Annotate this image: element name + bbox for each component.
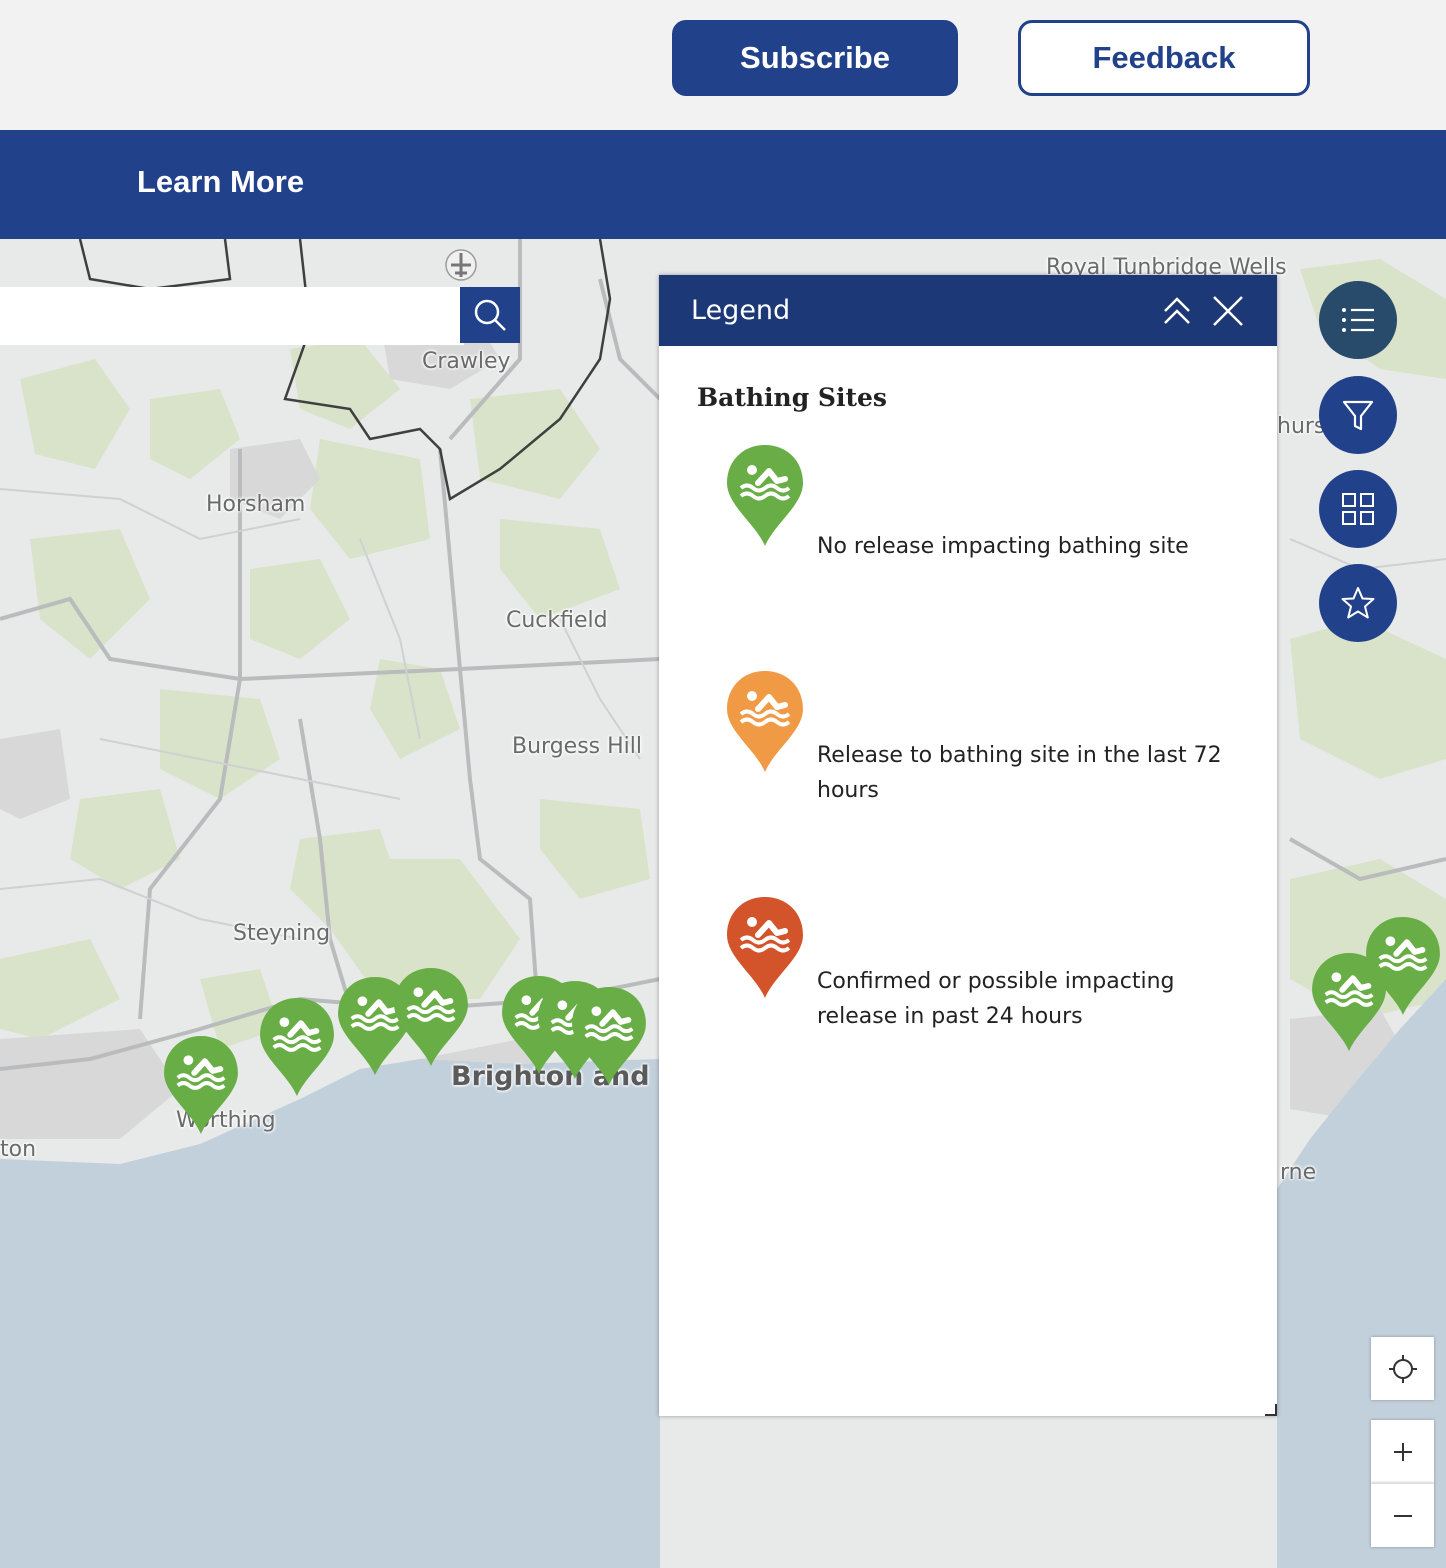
place-label: Horsham — [206, 492, 306, 517]
star-icon — [1341, 587, 1375, 619]
learn-more-link[interactable]: Learn More — [137, 164, 304, 200]
search-icon — [474, 299, 506, 331]
grid-icon — [1342, 493, 1374, 525]
legend-item-label: Release to bathing site in the last 72 h… — [817, 743, 1222, 803]
bathing-site-pin[interactable] — [392, 966, 470, 1073]
filter-button[interactable] — [1319, 376, 1397, 454]
locate-button[interactable] — [1371, 1337, 1434, 1400]
airport-icon — [445, 249, 477, 281]
swimmer-pin-icon — [725, 669, 805, 779]
place-label: Crawley — [422, 349, 511, 374]
place-label: Burgess Hill — [512, 734, 642, 759]
legend-header: Legend — [659, 275, 1277, 346]
locate-icon — [1388, 1354, 1417, 1383]
basemap-gallery-button[interactable] — [1319, 470, 1397, 548]
top-bar: Subscribe Feedback — [0, 0, 1446, 130]
place-label: rne — [1280, 1160, 1317, 1185]
filter-icon — [1342, 400, 1374, 431]
map-view[interactable]: Royal Tunbridge Wells Crawley Horsham Cu… — [0, 239, 1446, 1568]
resize-handle-icon[interactable] — [1261, 1400, 1277, 1416]
search-input[interactable] — [0, 287, 464, 345]
place-label: ton — [0, 1137, 37, 1162]
list-icon — [1342, 308, 1374, 332]
feedback-button[interactable]: Feedback — [1018, 20, 1310, 96]
zoom-in-button[interactable] — [1371, 1420, 1434, 1483]
legend-section-title: Bathing Sites — [697, 383, 887, 412]
bathing-site-pin[interactable] — [162, 1034, 240, 1141]
legend-item-label: No release impacting bathing site — [817, 534, 1189, 559]
search-button[interactable] — [460, 287, 520, 343]
zoom-out-icon — [1393, 1514, 1412, 1517]
swimmer-pin-icon — [725, 443, 805, 553]
bathing-site-pin[interactable] — [570, 985, 648, 1092]
subscribe-button[interactable]: Subscribe — [672, 20, 958, 96]
place-label: Steyning — [233, 921, 331, 946]
legend-panel: Legend Bathing Sites No release impactin… — [659, 275, 1277, 1416]
legend-toggle-button[interactable] — [1319, 281, 1397, 359]
zoom-out-button[interactable] — [1371, 1483, 1434, 1547]
bookmarks-button[interactable] — [1319, 564, 1397, 642]
bathing-site-pin[interactable] — [1364, 915, 1442, 1022]
legend-item-label: Confirmed or possible impacting release … — [817, 969, 1175, 1029]
swimmer-pin-icon — [725, 895, 805, 1005]
zoom-in-icon — [1393, 1442, 1412, 1461]
bathing-site-pin[interactable] — [258, 996, 336, 1103]
close-icon[interactable] — [1210, 293, 1246, 329]
legend-title: Legend — [691, 295, 791, 326]
collapse-icon[interactable] — [1159, 293, 1195, 329]
place-label: Cuckfield — [506, 608, 608, 633]
